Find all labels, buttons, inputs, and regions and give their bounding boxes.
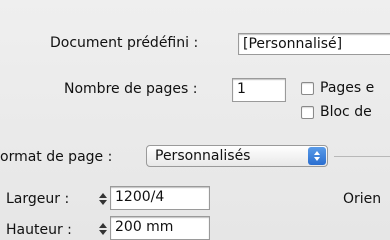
facing-pages-label: Pages e (320, 80, 375, 96)
height-stepper-icon[interactable] (98, 219, 108, 239)
document-setup-panel: Document prédéfini : [Personnalisé] Nomb… (0, 0, 390, 240)
document-preset-label: Document prédéfini : (50, 35, 199, 51)
orientation-label: Orien (343, 191, 382, 207)
page-format-select[interactable]: Personnalisés (146, 145, 328, 167)
width-input[interactable]: 1200/4 (110, 186, 210, 210)
width-stepper-icon[interactable] (98, 189, 108, 209)
height-label: Hauteur : (6, 222, 72, 238)
page-count-input[interactable]: 1 (232, 78, 286, 102)
document-preset-field[interactable]: [Personnalisé] (238, 33, 390, 55)
width-label: Largeur : (6, 191, 70, 207)
page-format-label: ormat de page : (0, 149, 113, 165)
page-count-label: Nombre de pages : (64, 81, 198, 97)
facing-pages-checkbox[interactable] (301, 82, 314, 95)
height-input[interactable]: 200 mm (110, 216, 210, 240)
select-arrows-icon (308, 147, 326, 165)
section-divider (334, 156, 390, 157)
page-format-value: Personnalisés (155, 148, 251, 164)
master-text-frame-label: Bloc de (320, 104, 372, 120)
master-text-frame-checkbox[interactable] (301, 106, 314, 119)
